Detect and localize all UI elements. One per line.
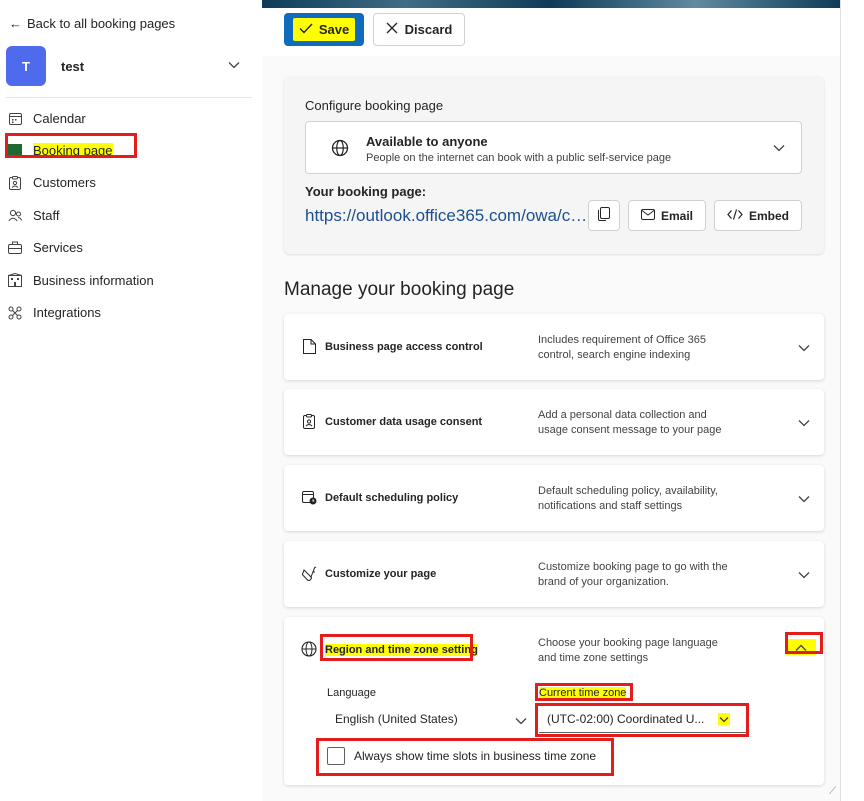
calendar-clock-icon	[301, 489, 317, 505]
discard-label: Discard	[404, 22, 453, 37]
checkmark-icon	[299, 22, 313, 37]
your-booking-page-label: Your booking page:	[305, 184, 427, 199]
back-to-booking-pages-link[interactable]: ← Back to all booking pages	[9, 16, 175, 31]
email-label: Email	[660, 208, 693, 223]
customers-icon	[8, 175, 22, 190]
mail-icon	[640, 208, 655, 223]
save-button[interactable]: Save	[284, 13, 364, 46]
chevron-down-icon	[515, 714, 527, 728]
section-title: Customer data usage consent	[325, 416, 483, 428]
header-banner-strip	[262, 0, 840, 8]
sidebar-item-staff[interactable]: Staff	[8, 199, 154, 231]
always-show-business-time-zone[interactable]: Always show time slots in business time …	[327, 747, 596, 765]
chevron-down-icon	[798, 415, 810, 430]
close-icon	[386, 22, 398, 37]
section-title: Default scheduling policy	[325, 492, 459, 504]
manage-booking-page-title: Manage your booking page	[284, 279, 515, 300]
section-description: Add a personal data collection and usage…	[538, 409, 722, 436]
copy-icon	[598, 207, 610, 224]
section-description: Choose your booking page language and ti…	[538, 637, 718, 664]
scroll-rail[interactable]	[840, 0, 864, 801]
booking-page-icon	[8, 144, 22, 158]
code-icon	[727, 208, 743, 223]
section-description: Includes requirement of Office 365 contr…	[538, 334, 706, 361]
chevron-down-icon	[228, 58, 240, 72]
discard-button[interactable]: Discard	[373, 13, 465, 46]
language-value: English (United States)	[335, 712, 458, 726]
checkbox[interactable]	[327, 747, 345, 765]
config-title: Configure booking page	[305, 98, 444, 113]
checkbox-label: Always show time slots in business time …	[354, 749, 597, 763]
account-switcher[interactable]: T test	[6, 44, 252, 88]
embed-button[interactable]: Embed	[714, 200, 802, 231]
clipboard-icon	[301, 413, 317, 429]
calendar-icon	[8, 111, 22, 125]
business-info-icon	[8, 273, 22, 288]
services-icon	[8, 241, 22, 255]
account-name: test	[61, 58, 85, 74]
sidebar-item-business-information[interactable]: Business information	[8, 264, 154, 296]
section-default-scheduling-policy[interactable]: Default scheduling policy Default schedu…	[284, 465, 824, 531]
sidebar-item-calendar[interactable]: Calendar	[8, 102, 154, 134]
access-subtitle: People on the internet can book with a p…	[366, 152, 672, 164]
chevron-up-icon	[795, 640, 807, 655]
time-zone-value: (UTC-02:00) Coordinated U...	[547, 711, 705, 726]
sidebar-item-label: Services	[33, 240, 83, 256]
chevron-down-icon	[718, 713, 730, 725]
sidebar: ← Back to all booking pages T test Calen…	[0, 0, 262, 801]
configure-booking-page-card: Configure booking page Available to anyo…	[284, 76, 824, 254]
sidebar-item-integrations[interactable]: Integrations	[8, 296, 154, 328]
region-title-text: Region and time zone setting	[325, 644, 478, 656]
section-business-page-access-control[interactable]: Business page access control Includes re…	[284, 314, 824, 380]
avatar: T	[6, 46, 46, 86]
sidebar-item-services[interactable]: Services	[8, 232, 154, 264]
access-level-dropdown[interactable]: Available to anyone People on the intern…	[305, 121, 802, 174]
back-arrow-icon: ←	[9, 16, 22, 31]
section-customer-data-usage-consent[interactable]: Customer data usage consent Add a person…	[284, 389, 824, 455]
section-region-and-time-zone: Region and time zone setting Choose your…	[284, 617, 824, 785]
embed-label: Embed	[748, 208, 789, 223]
resize-grip-icon[interactable]: ⟋	[829, 786, 836, 797]
section-title: Business page access control	[325, 341, 483, 353]
sidebar-item-label: Business information	[33, 272, 154, 288]
sidebar-item-label: Customers	[33, 175, 96, 191]
sidebar-item-label: Staff	[33, 207, 60, 223]
chevron-down-icon	[773, 140, 785, 155]
sidebar-divider	[6, 97, 252, 98]
copy-link-button[interactable]	[588, 200, 620, 231]
chevron-down-icon	[798, 491, 810, 506]
time-zone-label: Current time zone	[539, 687, 627, 699]
sidebar-item-label: Calendar	[33, 110, 86, 126]
section-title: Customize your page	[325, 568, 437, 580]
collapse-button[interactable]	[786, 639, 816, 655]
sidebar-item-label: Integrations	[33, 305, 101, 321]
sidebar-item-customers[interactable]: Customers	[8, 167, 154, 199]
section-description: Default scheduling policy, availability,…	[538, 485, 718, 512]
chevron-down-icon	[798, 567, 810, 582]
section-customize-your-page[interactable]: Customize your page Customize booking pa…	[284, 541, 824, 607]
sidebar-nav: Calendar Booking page Customers Staff Se…	[8, 102, 154, 329]
sidebar-item-booking-page[interactable]: Booking page	[8, 134, 154, 166]
sidebar-item-label: Booking page	[33, 143, 113, 159]
time-zone-select[interactable]: (UTC-02:00) Coordinated U...	[539, 705, 746, 733]
back-link-label: Back to all booking pages	[27, 16, 176, 31]
access-title: Available to anyone	[366, 134, 488, 149]
globe-icon	[331, 139, 349, 160]
section-description: Customize booking page to go with the br…	[538, 561, 728, 588]
email-button[interactable]: Email	[628, 200, 706, 231]
language-select[interactable]: English (United States)	[327, 705, 527, 733]
language-label: Language	[327, 687, 376, 699]
staff-icon	[8, 208, 22, 222]
paint-icon	[301, 565, 317, 581]
globe-icon	[301, 641, 317, 657]
section-title[interactable]: Region and time zone setting	[325, 644, 478, 656]
page-icon	[301, 338, 317, 354]
save-label: Save	[318, 22, 350, 37]
integrations-icon	[8, 306, 22, 320]
chevron-down-icon	[798, 340, 810, 355]
booking-page-url[interactable]: https://outlook.office365.com/owa/ca...	[305, 206, 590, 226]
